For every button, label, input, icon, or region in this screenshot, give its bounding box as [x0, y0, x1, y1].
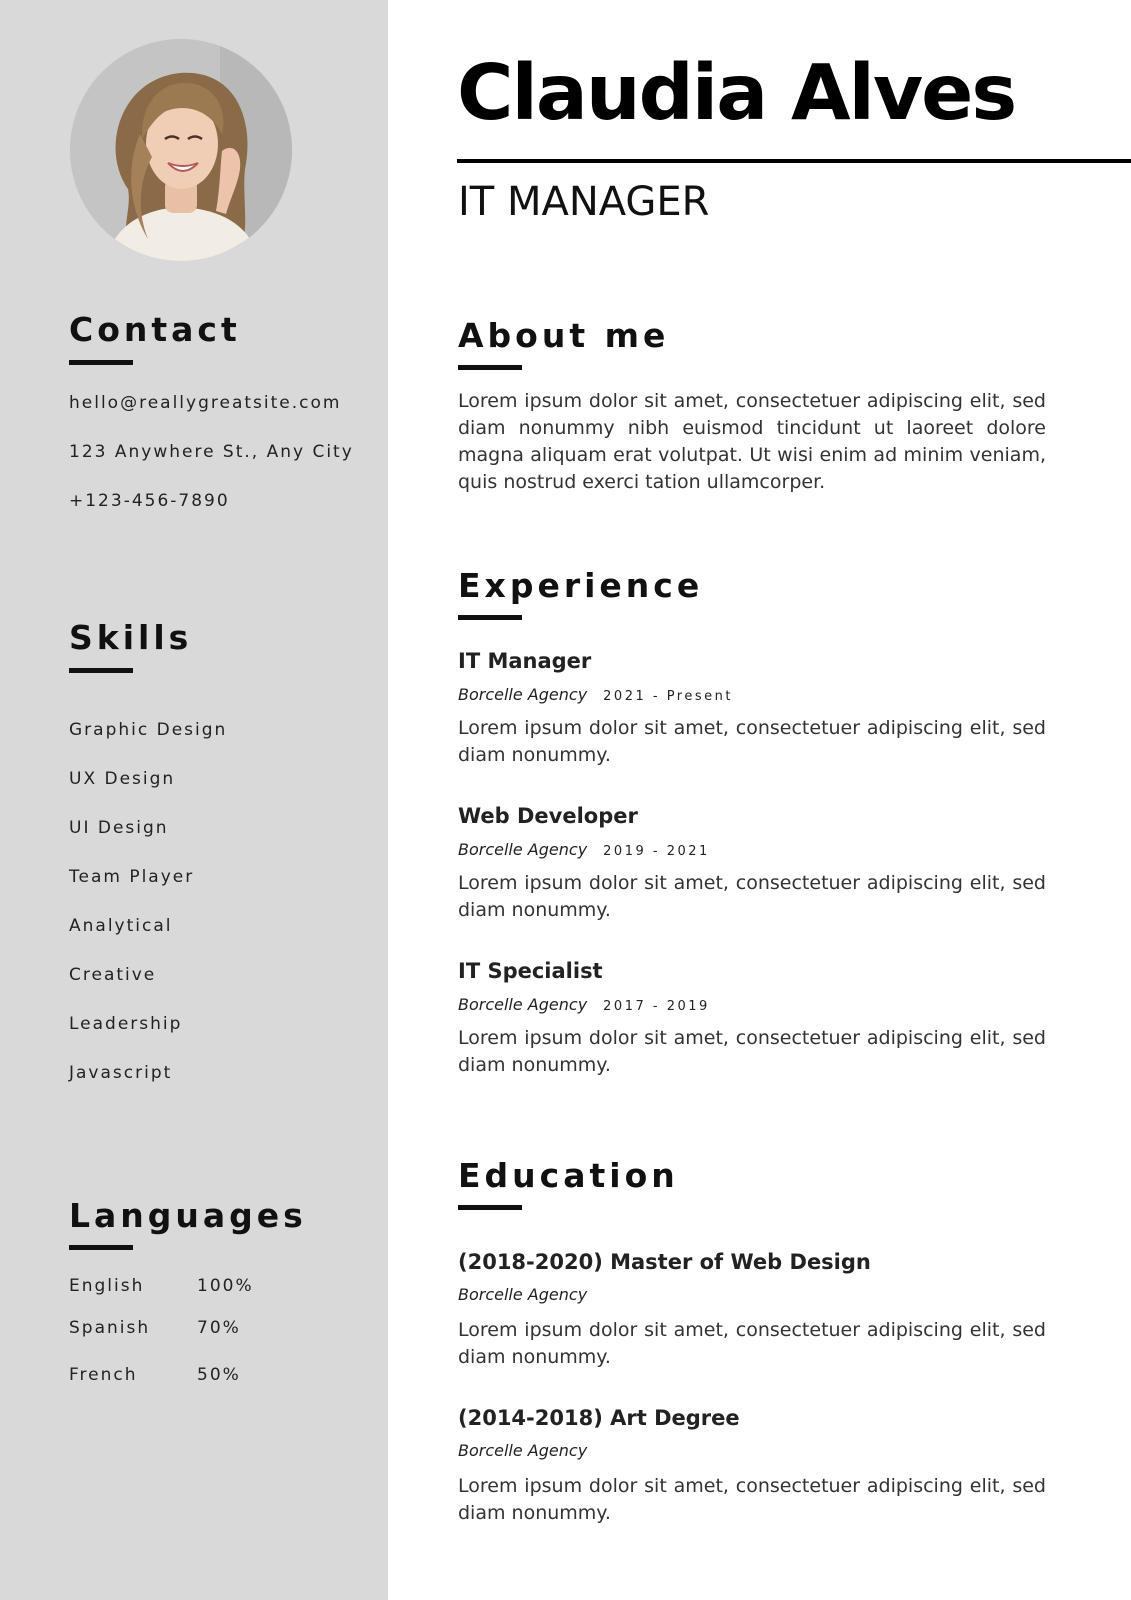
language-row: English	[69, 1275, 144, 1297]
experience-title: IT Manager	[458, 649, 592, 673]
experience-title: IT Specialist	[458, 959, 603, 983]
language-name: Spanish	[69, 1318, 151, 1338]
experience-meta: Borcelle Agency 2019 - 2021	[458, 839, 710, 863]
name-divider	[457, 159, 1131, 163]
education-description: Lorem ipsum dolor sit amet, consectetuer…	[458, 1475, 1046, 1524]
language-row: Spanish	[69, 1317, 150, 1339]
contact-address: 123 Anywhere St., Any City	[69, 442, 354, 462]
language-level: 100%	[197, 1276, 254, 1296]
experience-company: Borcelle Agency	[458, 840, 588, 859]
education-heading-underline	[458, 1205, 522, 1210]
experience-heading: Experience	[458, 566, 704, 605]
education-institution: Borcelle Agency	[458, 1285, 588, 1304]
contact-heading: Contact	[69, 310, 241, 349]
experience-description: Lorem ipsum dolor sit amet, consectetuer…	[458, 717, 1046, 766]
education-heading: Education	[458, 1156, 679, 1195]
about-heading-underline	[458, 365, 522, 370]
contact-heading-underline	[69, 360, 133, 365]
education-title: (2014-2018) Art Degree	[458, 1406, 740, 1430]
experience-dates: 2017 - 2019	[603, 999, 710, 1014]
education-institution: Borcelle Agency	[458, 1441, 588, 1460]
experience-company: Borcelle Agency	[458, 995, 588, 1014]
language-name: French	[69, 1365, 138, 1385]
experience-meta: Borcelle Agency 2017 - 2019	[458, 994, 710, 1018]
language-level: 70%	[197, 1318, 241, 1338]
experience-meta: Borcelle Agency 2021 - Present	[458, 684, 733, 708]
skill-item: Leadership	[69, 1014, 183, 1034]
skill-item: Team Player	[69, 867, 195, 887]
education-description: Lorem ipsum dolor sit amet, consectetuer…	[458, 1319, 1046, 1368]
skill-item: Javascript	[69, 1063, 173, 1083]
languages-heading-underline	[69, 1245, 133, 1250]
about-heading: About me	[458, 316, 670, 355]
skills-heading-underline	[69, 668, 133, 673]
profile-photo	[70, 39, 292, 261]
experience-description: Lorem ipsum dolor sit amet, consectetuer…	[458, 872, 1046, 921]
job-role: IT MANAGER	[458, 179, 710, 225]
language-row: French	[69, 1364, 138, 1386]
languages-heading: Languages	[69, 1196, 307, 1235]
contact-phone[interactable]: +123-456-7890	[69, 490, 230, 512]
about-text: Lorem ipsum dolor sit amet, consectetuer…	[458, 390, 1046, 493]
skill-item: Graphic Design	[69, 720, 228, 740]
education-meta: Borcelle Agency	[458, 1440, 587, 1463]
skill-item: Analytical	[69, 916, 173, 936]
skill-item: UI Design	[69, 818, 169, 838]
language-name: English	[69, 1276, 145, 1296]
skills-heading: Skills	[69, 618, 193, 657]
education-meta: Borcelle Agency	[458, 1284, 587, 1307]
skill-item: UX Design	[69, 769, 176, 789]
contact-email[interactable]: hello@reallygreatsite.com	[69, 392, 341, 414]
experience-title: Web Developer	[458, 804, 638, 828]
experience-company: Borcelle Agency	[458, 685, 588, 704]
experience-dates: 2021 - Present	[603, 689, 733, 704]
experience-heading-underline	[458, 615, 522, 620]
portrait-image	[70, 39, 292, 261]
language-level: 50%	[197, 1365, 241, 1385]
experience-description: Lorem ipsum dolor sit amet, consectetuer…	[458, 1027, 1046, 1076]
skill-item: Creative	[69, 965, 157, 985]
education-title: (2018-2020) Master of Web Design	[458, 1250, 871, 1274]
experience-dates: 2019 - 2021	[603, 844, 710, 859]
candidate-name: Claudia Alves	[457, 49, 1017, 138]
